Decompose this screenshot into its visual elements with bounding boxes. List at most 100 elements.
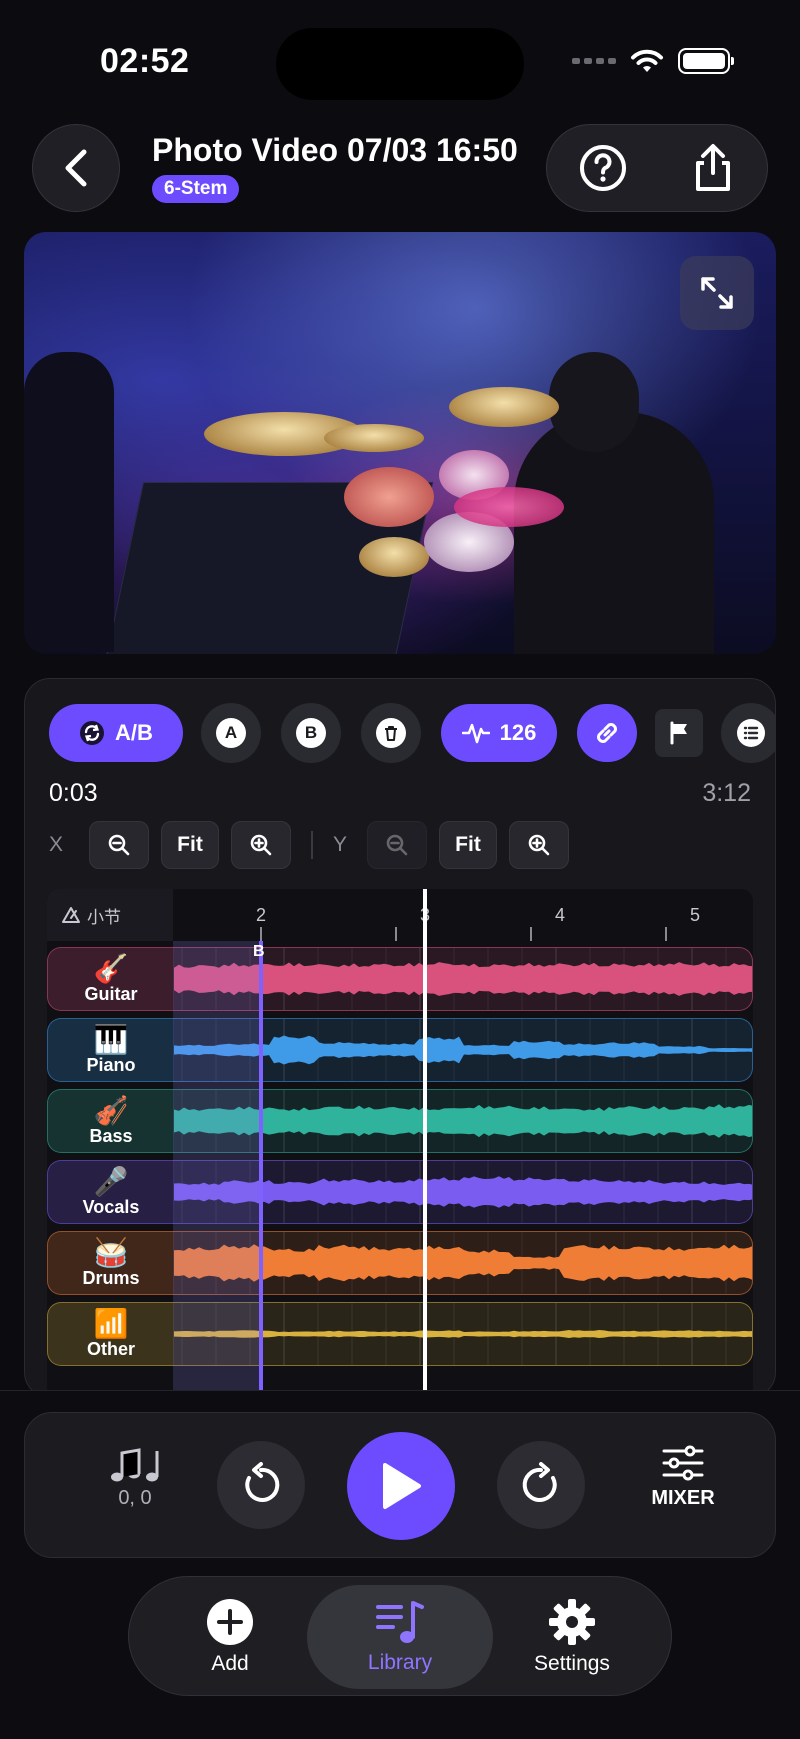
- track-area[interactable]: 小节 2 3 4 5 🎸Guitar 🎹Piano 🎻Bass 🎤Vocals 🥁Dru…: [47, 889, 753, 1397]
- track-name: Bass: [89, 1125, 133, 1146]
- flag-icon: [670, 721, 687, 745]
- marker-button[interactable]: [655, 709, 703, 757]
- link-button[interactable]: [577, 704, 637, 762]
- performer-silhouette: [514, 412, 714, 654]
- status-time: 02:52: [100, 42, 190, 80]
- wifi-icon: [631, 49, 663, 72]
- zoom-controls: X Fit Y Fit: [49, 821, 569, 869]
- tab-library-label: Library: [367, 1651, 433, 1674]
- forward-button[interactable]: [497, 1441, 585, 1529]
- track-header[interactable]: 📶 Other: [48, 1303, 174, 1365]
- drum: [454, 487, 564, 527]
- tab-settings[interactable]: Settings: [479, 1585, 665, 1689]
- zoom-out-icon: [386, 834, 408, 856]
- bar-tick: [530, 927, 532, 941]
- waveform-icon: 📶: [93, 1307, 129, 1339]
- track-header[interactable]: 🎤 Vocals: [48, 1161, 174, 1223]
- delete-loop-button[interactable]: [361, 703, 421, 763]
- fullscreen-button[interactable]: [680, 256, 754, 330]
- guitar-icon: 🎸: [93, 952, 129, 984]
- set-b-button[interactable]: B: [281, 703, 341, 763]
- list-button[interactable]: [721, 703, 775, 763]
- cellular-signal-icon: [572, 58, 616, 64]
- zoom-out-icon: [108, 834, 130, 856]
- track-drums[interactable]: 🥁 Drums: [47, 1231, 753, 1295]
- track-header[interactable]: 🎹 Piano: [48, 1019, 174, 1081]
- y-fit-label: Fit: [455, 833, 481, 856]
- gear-icon: [549, 1599, 595, 1645]
- tab-add-label: Add: [211, 1652, 249, 1675]
- x-zoom-in-button[interactable]: [231, 821, 291, 869]
- add-circle-icon: [207, 1599, 253, 1645]
- help-icon[interactable]: [579, 144, 627, 192]
- ab-label: A/B: [115, 720, 153, 745]
- track-guitar[interactable]: 🎸 Guitar: [47, 947, 753, 1011]
- track-header[interactable]: 🎻 Bass: [48, 1090, 174, 1152]
- zoom-divider: [311, 831, 313, 859]
- pitch-value: 0, 0: [118, 1487, 152, 1509]
- bpm-button[interactable]: 126: [441, 704, 557, 762]
- notes-icon: [111, 1448, 159, 1482]
- link-icon: [597, 723, 617, 743]
- track-name: Piano: [86, 1054, 136, 1075]
- track-name: Other: [86, 1338, 135, 1359]
- tab-library[interactable]: Library: [307, 1585, 493, 1689]
- track-piano[interactable]: 🎹 Piano: [47, 1018, 753, 1082]
- bar-tick: [665, 927, 667, 941]
- title-block: Photo Video 07/03 16:50 6-Stem: [152, 132, 518, 203]
- bar-ruler[interactable]: 小节 2 3 4 5: [47, 889, 753, 941]
- drum-icon: 🥁: [93, 1236, 129, 1268]
- pulse-icon: [461, 723, 490, 744]
- mixer-button[interactable]: MIXER: [633, 1445, 733, 1510]
- track-header[interactable]: 🎸 Guitar: [48, 948, 174, 1010]
- track-vocals[interactable]: 🎤 Vocals: [47, 1160, 753, 1224]
- rewind-icon: [245, 1462, 280, 1502]
- play-icon: [383, 1463, 421, 1509]
- track-name: Guitar: [84, 983, 138, 1004]
- bar-number: 4: [554, 905, 566, 925]
- share-icon[interactable]: [690, 143, 736, 193]
- playhead[interactable]: [423, 889, 427, 1397]
- y-fit-button[interactable]: Fit: [439, 821, 497, 869]
- track-header[interactable]: 🥁 Drums: [48, 1232, 174, 1294]
- x-axis-label: X: [49, 833, 64, 856]
- expand-icon: [701, 277, 733, 309]
- status-icons: [572, 48, 734, 74]
- tab-bar: Add Library Settings: [128, 1576, 672, 1696]
- forward-icon: [522, 1462, 557, 1502]
- y-zoom-out-button[interactable]: [367, 821, 427, 869]
- track-other[interactable]: 📶 Other: [47, 1302, 753, 1366]
- track-bass[interactable]: 🎻 Bass: [47, 1089, 753, 1153]
- a-label: A: [216, 718, 246, 748]
- set-a-button[interactable]: A: [201, 703, 261, 763]
- x-zoom-out-button[interactable]: [89, 821, 149, 869]
- drum: [344, 467, 434, 527]
- bar-tick: [260, 927, 262, 941]
- ab-loop-button[interactable]: A/B: [49, 704, 183, 762]
- back-button[interactable]: [32, 124, 120, 212]
- cymbal: [324, 424, 424, 452]
- piano-icon: 🎹: [93, 1023, 129, 1055]
- b-label: B: [296, 718, 326, 748]
- trash-icon: [376, 718, 406, 748]
- list-icon: [737, 719, 765, 747]
- b-marker[interactable]: [259, 941, 263, 1397]
- dynamic-island: [276, 28, 524, 100]
- microphone-icon: 🎤: [93, 1165, 129, 1197]
- page-title: Photo Video 07/03 16:50: [152, 132, 518, 168]
- play-button[interactable]: [347, 1432, 455, 1540]
- track-name: Drums: [82, 1267, 140, 1288]
- ruler-header: 小节: [47, 889, 173, 941]
- cymbal: [359, 537, 429, 577]
- rewind-button[interactable]: [217, 1441, 305, 1529]
- video-player[interactable]: [24, 232, 776, 654]
- zoom-in-icon: [528, 834, 550, 856]
- pitch-control[interactable]: 0, 0: [85, 1447, 185, 1510]
- y-zoom-in-button[interactable]: [509, 821, 569, 869]
- track-name: Vocals: [82, 1196, 140, 1217]
- x-fit-label: Fit: [177, 833, 203, 856]
- current-time: 0:03: [49, 779, 98, 807]
- bar-tick: [395, 927, 397, 941]
- tab-add[interactable]: Add: [137, 1585, 323, 1689]
- x-fit-button[interactable]: Fit: [161, 821, 219, 869]
